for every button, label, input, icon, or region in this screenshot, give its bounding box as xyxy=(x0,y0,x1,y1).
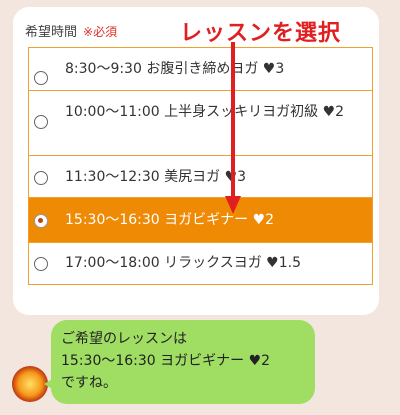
option-1000[interactable]: 10:00〜11:00 上半身スッキリヨガ初級 ♥2 xyxy=(29,91,372,156)
option-1530[interactable]: 15:30〜16:30 ヨガビギナー ♥2 xyxy=(29,198,372,243)
option-label: 10:00〜11:00 上半身スッキリヨガ初級 ♥2 xyxy=(65,104,345,120)
chat-line: ご希望のレッスンは xyxy=(61,331,187,347)
option-1130[interactable]: 11:30〜12:30 美尻ヨガ ♥3 xyxy=(29,156,372,198)
avatar xyxy=(12,366,48,402)
option-label: 17:00〜18:00 リラックスヨガ ♥1.5 xyxy=(65,255,301,271)
chat-line: ですね。 xyxy=(61,375,117,391)
field-label-text: 希望時間 xyxy=(25,25,78,40)
radio-button[interactable] xyxy=(34,71,48,85)
option-label: 15:30〜16:30 ヨガビギナー ♥2 xyxy=(65,212,275,228)
option-0830[interactable]: 8:30〜9:30 お腹引き締めヨガ ♥3 xyxy=(29,48,372,91)
option-label: 8:30〜9:30 お腹引き締めヨガ ♥3 xyxy=(65,61,285,77)
chat-line: 15:30〜16:30 ヨガビギナー ♥2 xyxy=(61,353,271,369)
radio-button-selected[interactable] xyxy=(34,214,48,228)
chat-bubble: ご希望のレッスンは 15:30〜16:30 ヨガビギナー ♥2 ですね。 xyxy=(44,320,315,404)
lesson-select-card: 希望時間 ※必須 8:30〜9:30 お腹引き締めヨガ ♥3 10:00〜11:0… xyxy=(13,7,379,315)
radio-button[interactable] xyxy=(34,171,48,185)
radio-button[interactable] xyxy=(34,115,48,129)
annotation-label: レッスンを選択 xyxy=(180,21,342,46)
option-1700[interactable]: 17:00〜18:00 リラックスヨガ ♥1.5 xyxy=(29,243,372,284)
radio-button[interactable] xyxy=(34,257,48,271)
time-field-label: 希望時間 ※必須 xyxy=(25,21,117,40)
option-label: 11:30〜12:30 美尻ヨガ ♥3 xyxy=(65,169,247,185)
time-options-list: 8:30〜9:30 お腹引き締めヨガ ♥3 10:00〜11:00 上半身スッキ… xyxy=(28,47,373,285)
required-mark: ※必須 xyxy=(83,25,118,39)
